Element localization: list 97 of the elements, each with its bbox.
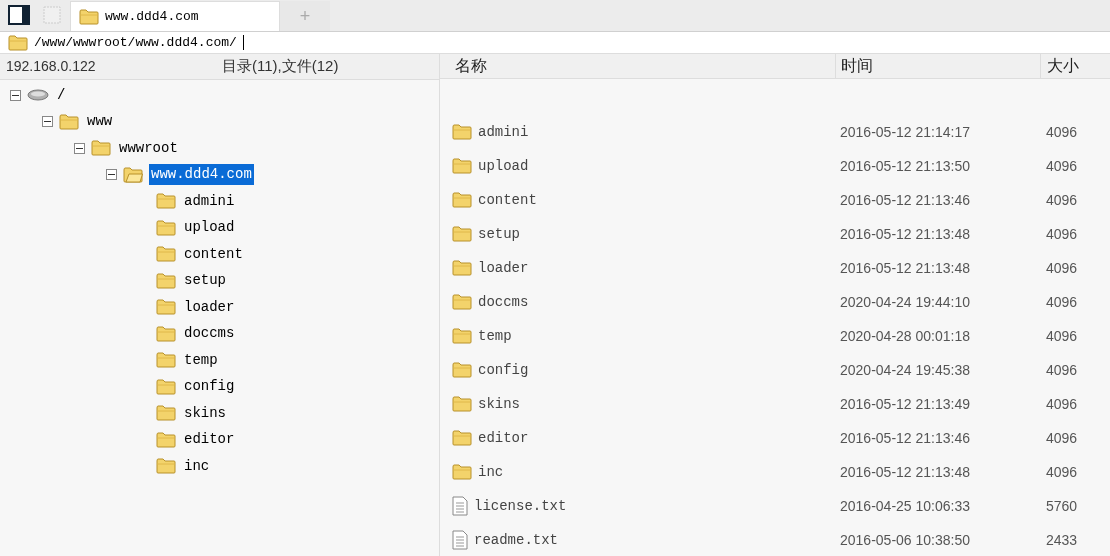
folder-icon — [156, 325, 176, 342]
tree-item[interactable]: wwwroot — [117, 137, 180, 159]
file-name[interactable]: upload — [478, 155, 529, 177]
folder-icon — [452, 260, 472, 276]
file-size: 4096 — [1045, 326, 1078, 346]
file-name[interactable]: readme.txt — [474, 529, 558, 551]
file-name[interactable]: content — [478, 189, 537, 211]
modified-time: 2016-05-12 21:13:50 — [839, 156, 971, 176]
column-header[interactable]: 名称 — [440, 54, 835, 78]
file-name[interactable]: config — [478, 359, 529, 381]
file-size: 4096 — [1045, 224, 1078, 244]
tree-item[interactable]: inc — [182, 455, 212, 477]
file-size: 4096 — [1045, 428, 1078, 448]
folder-icon — [156, 352, 176, 369]
drive-icon — [27, 89, 49, 102]
file-size: 4096 — [1045, 292, 1078, 312]
file-name[interactable]: skins — [478, 393, 520, 415]
file-name[interactable]: temp — [478, 325, 512, 347]
file-name[interactable]: doccms — [478, 291, 529, 313]
file-name[interactable]: editor — [478, 427, 529, 449]
folder-icon — [156, 458, 176, 475]
folder-icon — [452, 362, 472, 378]
folder-icon — [156, 193, 176, 210]
file-size: 4096 — [1045, 394, 1078, 414]
tree-item[interactable]: setup — [182, 270, 228, 292]
file-name[interactable]: setup — [478, 223, 520, 245]
modified-time: 2020-04-24 19:45:38 — [839, 360, 971, 380]
folder-icon — [156, 219, 176, 236]
collapse-toggle[interactable] — [10, 89, 21, 101]
tab[interactable]: www.ddd4.com — [70, 1, 280, 31]
collapse-toggle[interactable] — [106, 169, 117, 181]
tree-item[interactable]: temp — [182, 349, 220, 371]
file-name[interactable]: inc — [478, 461, 504, 483]
modified-time: 2020-04-24 19:44:10 — [839, 292, 971, 312]
modified-time: 2020-04-28 00:01:18 — [839, 326, 971, 346]
modified-time: 2016-04-25 10:06:33 — [839, 496, 971, 516]
modified-time: 2016-05-06 10:38:50 — [839, 530, 971, 550]
folder-icon — [156, 378, 176, 395]
tree-item[interactable]: config — [182, 376, 237, 398]
folder-icon — [452, 464, 472, 480]
folder-icon — [452, 294, 472, 310]
host-address: 192.168.0.122 — [6, 57, 97, 76]
modified-time: 2016-05-12 21:13:48 — [839, 258, 971, 278]
file-name[interactable]: admini — [478, 121, 529, 143]
panel-toggle-icon[interactable] — [8, 5, 30, 25]
folder-icon — [156, 246, 176, 263]
folder-icon — [8, 34, 28, 51]
tree-item[interactable]: content — [182, 243, 245, 265]
file-name[interactable]: license.txt — [474, 495, 567, 517]
folder-icon — [452, 226, 472, 242]
file-size: 2433 — [1045, 530, 1078, 550]
modified-time: 2016-05-12 21:13:48 — [839, 224, 971, 244]
tree-item[interactable]: upload — [182, 217, 237, 239]
tree-item[interactable]: www — [85, 111, 115, 133]
tree-item[interactable]: doccms — [182, 323, 237, 345]
file-size: 5760 — [1045, 496, 1078, 516]
text-cursor — [242, 35, 244, 50]
text-file-icon — [452, 496, 468, 516]
modified-time: 2016-05-12 21:13:48 — [839, 462, 971, 482]
modified-time: 2016-05-12 21:14:17 — [839, 122, 971, 142]
file-size: 4096 — [1045, 122, 1078, 142]
tree-item[interactable]: loader — [182, 296, 237, 318]
file-name[interactable]: loader — [478, 257, 529, 279]
folder-icon — [452, 158, 472, 174]
folder-icon — [91, 140, 111, 157]
collapse-toggle[interactable] — [42, 116, 53, 128]
file-size: 4096 — [1045, 258, 1078, 278]
folder-icon — [59, 113, 79, 130]
column-header[interactable]: 大小 — [1040, 54, 1079, 78]
folder-icon — [156, 431, 176, 448]
folder-icon — [452, 192, 472, 208]
tree-item[interactable]: admini — [182, 190, 237, 212]
folder-icon — [156, 299, 176, 316]
tree-item[interactable]: skins — [182, 402, 228, 424]
modified-time: 2016-05-12 21:13:46 — [839, 428, 971, 448]
folder-icon — [79, 8, 99, 25]
folder-icon — [452, 124, 472, 140]
folder-icon — [156, 405, 176, 422]
column-header[interactable]: 时间 — [835, 54, 1040, 78]
collapse-toggle[interactable] — [74, 142, 85, 154]
open-folder-icon — [123, 166, 143, 183]
file-size: 4096 — [1045, 190, 1078, 210]
folder-icon — [452, 328, 472, 344]
item-count: 目录(11),文件(12) — [222, 56, 339, 77]
file-size: 4096 — [1045, 156, 1078, 176]
tree-item[interactable]: editor — [182, 429, 237, 451]
folder-icon — [156, 272, 176, 289]
folder-icon — [452, 430, 472, 446]
folder-icon — [452, 396, 472, 412]
modified-time: 2016-05-12 21:13:49 — [839, 394, 971, 414]
tree-item[interactable]: / — [55, 84, 68, 106]
text-file-icon — [452, 530, 468, 550]
file-size: 4096 — [1045, 462, 1078, 482]
modified-time: 2016-05-12 21:13:46 — [839, 190, 971, 210]
tree-item[interactable]: www.ddd4.com — [149, 164, 254, 186]
file-size: 4096 — [1045, 360, 1078, 380]
path-field[interactable]: /www/wwwroot/www.ddd4.com/ — [0, 32, 1110, 54]
